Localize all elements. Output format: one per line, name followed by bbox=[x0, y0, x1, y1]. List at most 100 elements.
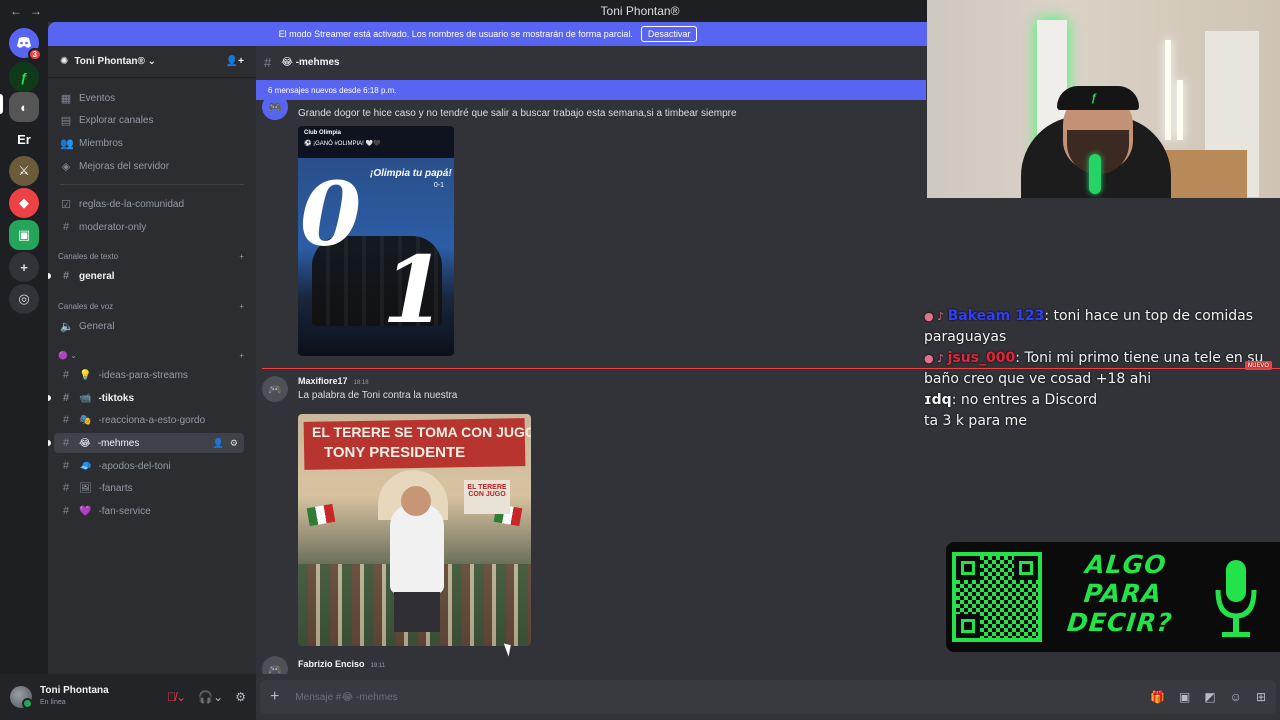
channel-reacciona[interactable]: # 🎭 -reacciona-a-esto-gordo bbox=[54, 410, 244, 430]
avatar[interactable] bbox=[10, 686, 33, 709]
gif-icon[interactable]: ▣ bbox=[1179, 690, 1190, 704]
camera-icon: 📹 bbox=[79, 392, 92, 404]
rules-icon: ☑ bbox=[61, 198, 71, 211]
apps-icon[interactable]: ⊞ bbox=[1256, 690, 1266, 704]
channel-ideas[interactable]: # 💡 -ideas-para-streams bbox=[54, 365, 244, 385]
qr-promo: ALGO PARA DECIR? bbox=[946, 542, 1280, 652]
active-server-pip bbox=[0, 94, 3, 114]
add-channel-icon[interactable]: + bbox=[239, 302, 244, 311]
message-placeholder: Mensaje #😂 -mehmes bbox=[295, 691, 398, 703]
gift-icon[interactable]: 🎁 bbox=[1150, 690, 1165, 704]
headphones-icon[interactable]: 🎧⌄ bbox=[198, 690, 223, 704]
message-input[interactable]: + Mensaje #😂 -mehmes 🎁 ▣ ◩ ☺ ⊞ bbox=[260, 680, 1276, 714]
channel-mehmes[interactable]: # 😂 -mehmes 👤 ⚙ bbox=[54, 433, 244, 453]
category-custom[interactable]: 🟣 ⌄ + bbox=[58, 351, 244, 360]
channel-fan-service[interactable]: # 💜 -fan-service bbox=[54, 501, 244, 521]
chat-line: ta 3 k para me bbox=[924, 411, 1280, 432]
hash-icon: # bbox=[62, 392, 70, 404]
qr-finder bbox=[956, 614, 980, 638]
author[interactable]: Maxifiore17 bbox=[298, 376, 348, 386]
cap-icon: 🧢 bbox=[79, 460, 92, 472]
sidebar-item-events[interactable]: ▦ Eventos bbox=[54, 88, 244, 108]
club-name: Club Olimpia bbox=[304, 130, 342, 136]
disable-streamer-button[interactable]: Desactivar bbox=[640, 26, 698, 42]
image-tagline: ¡Olimpia tu papá! bbox=[370, 168, 452, 179]
sticker-icon[interactable]: ◩ bbox=[1204, 690, 1215, 704]
unread-pip bbox=[48, 273, 51, 279]
calendar-icon: ▦ bbox=[60, 92, 72, 105]
discover-icon[interactable]: ◎ bbox=[9, 284, 39, 314]
chat-line: ɪdq: no entres a Discord bbox=[924, 390, 1280, 411]
timestamp: 19:11 bbox=[370, 663, 386, 669]
server-icon-f[interactable]: ƒ bbox=[9, 62, 39, 92]
hash-icon: # bbox=[62, 460, 70, 472]
heart-icon: 💜 bbox=[79, 505, 92, 517]
badge-icon: ● ♪ bbox=[924, 310, 948, 323]
promo-text: ALGO PARA DECIR? bbox=[1065, 550, 1175, 637]
category-voice-channels[interactable]: Canales de voz + bbox=[58, 302, 244, 311]
channel-general[interactable]: # general bbox=[54, 266, 244, 286]
notification-badge: 3 bbox=[27, 48, 42, 61]
category-text-channels[interactable]: Canales de texto + bbox=[58, 252, 244, 261]
channel-label: -ideas-para-streams bbox=[98, 369, 188, 381]
speaker-icon: 🔈 bbox=[60, 320, 74, 333]
qr-finder bbox=[1014, 556, 1038, 580]
channel-label: reglas-de-la-comunidad bbox=[79, 198, 185, 210]
qr-finder bbox=[956, 556, 980, 580]
streamer-mode-text: El modo Streamer está activado. Los nomb… bbox=[278, 29, 633, 39]
avatar[interactable]: 🎮 bbox=[262, 376, 288, 402]
discord-home-icon[interactable]: 3 bbox=[9, 28, 42, 61]
microphone-icon bbox=[1215, 560, 1257, 637]
browse-icon: ▤ bbox=[60, 114, 72, 127]
webcam-feed: ƒ bbox=[927, 0, 1280, 198]
message-image-tony-presidente[interactable]: EL TERERE SE TOMA CON JUGO TONY PRESIDEN… bbox=[298, 414, 531, 646]
server-icon-er[interactable]: Er bbox=[9, 124, 39, 154]
sidebar-item-boost[interactable]: ◈ Mejoras del servidor bbox=[54, 156, 244, 176]
add-channel-icon[interactable]: + bbox=[239, 351, 244, 360]
chevron-down-icon: ⌄ bbox=[70, 351, 77, 360]
attach-plus-icon[interactable]: + bbox=[270, 688, 279, 706]
invite-icon[interactable]: 👤 bbox=[213, 438, 224, 449]
channel-apodos[interactable]: # 🧢 -apodos-del-toni bbox=[54, 456, 244, 476]
channel-label: -tiktoks bbox=[98, 392, 135, 404]
guild-header[interactable]: ✺ Toni Phontan® ⌄ 👤+ bbox=[48, 46, 256, 78]
channel-tiktoks[interactable]: # 📹 -tiktoks bbox=[54, 388, 244, 408]
channel-rules[interactable]: ☑ reglas-de-la-comunidad bbox=[54, 194, 244, 214]
image-man bbox=[390, 504, 444, 594]
server-icon-toni[interactable]: ◐ bbox=[9, 92, 39, 122]
message-header: Maxifiore17 18:18 bbox=[298, 376, 369, 386]
gear-icon[interactable]: ⚙ bbox=[230, 438, 238, 449]
server-icon-game[interactable]: ⚔ bbox=[9, 156, 39, 186]
add-channel-icon[interactable]: + bbox=[239, 252, 244, 261]
server-icon-green[interactable]: ▣ bbox=[9, 220, 39, 250]
emoji-icon[interactable]: ☺ bbox=[1230, 690, 1242, 704]
boost-icon: ◈ bbox=[61, 160, 71, 173]
avatar[interactable]: 🎮 bbox=[262, 100, 288, 120]
guild-icon: ✺ bbox=[60, 56, 69, 67]
message-image-olimpia[interactable]: Club Olimpia ⚽ ¡GANÓ #OLIMPIA! 🤍🖤 ¡Olimp… bbox=[298, 126, 454, 356]
server-rail: 3 ƒ ◐ Er ⚔ ◆ ▣ + ◎ bbox=[0, 22, 48, 720]
author[interactable]: Fabrizio Enciso bbox=[298, 659, 365, 669]
invite-people-icon[interactable]: 👤+ bbox=[226, 56, 244, 67]
server-icon-red[interactable]: ◆ bbox=[9, 188, 39, 218]
channel-moderator-only[interactable]: # moderator-only bbox=[54, 217, 244, 237]
sidebar-item-browse[interactable]: ▤ Explorar canales bbox=[54, 110, 244, 130]
image-line-1: EL TERERE SE TOMA CON JUGO bbox=[312, 424, 531, 440]
sidebar-item-members[interactable]: 👥 Miembros bbox=[54, 133, 244, 153]
avatar[interactable]: 🎮 bbox=[262, 656, 288, 674]
new-messages-bar[interactable]: 6 mensajes nuevos desde 6:18 p.m. bbox=[256, 80, 926, 100]
hash-icon: # bbox=[62, 369, 70, 381]
image-post-header: Club Olimpia bbox=[298, 126, 454, 140]
laughing-icon: 😂 bbox=[79, 437, 91, 449]
gear-icon[interactable]: ⚙ bbox=[235, 690, 246, 704]
picture-icon: 🖼 bbox=[79, 482, 92, 494]
user-info[interactable]: Toni Phontana En línea bbox=[40, 685, 109, 709]
sidebar-item-label: Miembros bbox=[79, 137, 123, 149]
new-badge: NUEVO bbox=[1244, 361, 1272, 370]
voice-channel-general[interactable]: 🔈 General bbox=[54, 316, 244, 336]
channel-label: -apodos-del-toni bbox=[98, 460, 171, 472]
channel-fanarts[interactable]: # 🖼 -fanarts bbox=[54, 478, 244, 498]
category-label: Canales de voz bbox=[58, 302, 114, 311]
mic-muted-icon[interactable]: 🎙̸⌄ bbox=[167, 690, 186, 704]
add-server-icon[interactable]: + bbox=[9, 252, 39, 282]
